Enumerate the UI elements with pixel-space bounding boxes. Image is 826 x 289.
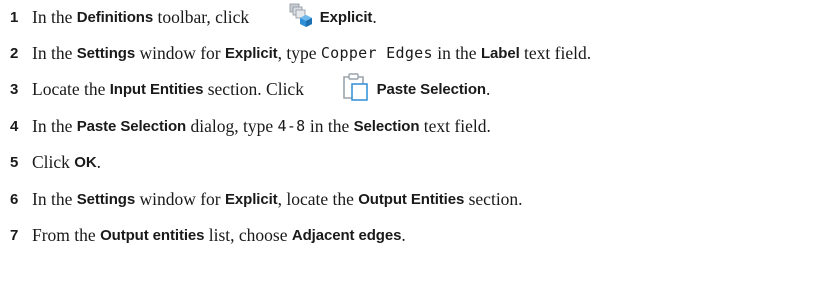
step-text: In the	[32, 115, 77, 136]
step-text: .	[485, 78, 491, 99]
step-7: 7 From the Output entities list, choose …	[10, 220, 406, 250]
step-number: 3	[10, 80, 19, 98]
toolbar-name: Definitions	[76, 8, 154, 26]
step-text: section. Click	[203, 78, 309, 99]
step-text: Click	[32, 151, 75, 172]
step-text: toolbar, click	[153, 6, 254, 27]
step-text: text field.	[519, 42, 592, 63]
step-text: .	[401, 224, 406, 245]
step-number: 7	[10, 226, 19, 244]
step-text: list, choose	[204, 224, 292, 245]
field-name: Label	[480, 44, 520, 62]
step-text: .	[372, 6, 377, 27]
step-6: 6 In the Settings window for Explicit , …	[10, 184, 523, 214]
step-number: 6	[10, 190, 19, 208]
field-name: Selection	[353, 117, 420, 135]
step-text: dialog, type	[186, 115, 278, 136]
step-5: 5 Click OK .	[10, 147, 101, 177]
node-name: Explicit	[225, 44, 278, 62]
explicit-button-label: Explicit	[319, 8, 373, 26]
step-text: From the	[32, 224, 101, 245]
step-text: text field.	[419, 115, 491, 136]
step-3: 3 Locate the Input Entities section. Cli…	[10, 72, 491, 104]
step-text: in the	[432, 42, 481, 63]
instruction-steps: 1 In the Definitions toolbar, click Expl…	[0, 0, 826, 289]
step-number: 4	[10, 117, 19, 135]
step-text: In the	[32, 42, 77, 63]
step-text: window for	[135, 42, 226, 63]
paste-selection-button-label: Paste Selection	[376, 80, 486, 98]
step-4: 4 In the Paste Selection dialog, type 4-…	[10, 111, 491, 141]
window-name: Settings	[76, 44, 136, 62]
section-name: Input Entities	[109, 80, 204, 98]
step-1: 1 In the Definitions toolbar, click Expl…	[10, 2, 377, 32]
dialog-name: Paste Selection	[76, 117, 187, 135]
step-text: window for	[135, 188, 226, 209]
window-name: Settings	[76, 190, 136, 208]
node-name: Explicit	[225, 190, 278, 208]
step-2: 2 In the Settings window for Explicit , …	[10, 38, 591, 68]
step-text: , locate the	[277, 188, 359, 209]
step-text: .	[96, 151, 101, 172]
list-name: Output entities	[100, 226, 205, 244]
step-text: Locate the	[32, 78, 110, 99]
option-name: Adjacent edges	[291, 226, 402, 244]
step-number: 1	[10, 8, 19, 26]
input-value: 4-8	[277, 117, 306, 135]
step-text: in the	[305, 115, 354, 136]
step-number: 2	[10, 44, 19, 62]
step-text: In the	[32, 6, 77, 27]
step-text: In the	[32, 188, 77, 209]
ok-button-label: OK	[74, 153, 97, 171]
step-text: section.	[464, 188, 523, 209]
step-number: 5	[10, 153, 19, 171]
section-name: Output Entities	[358, 190, 465, 208]
